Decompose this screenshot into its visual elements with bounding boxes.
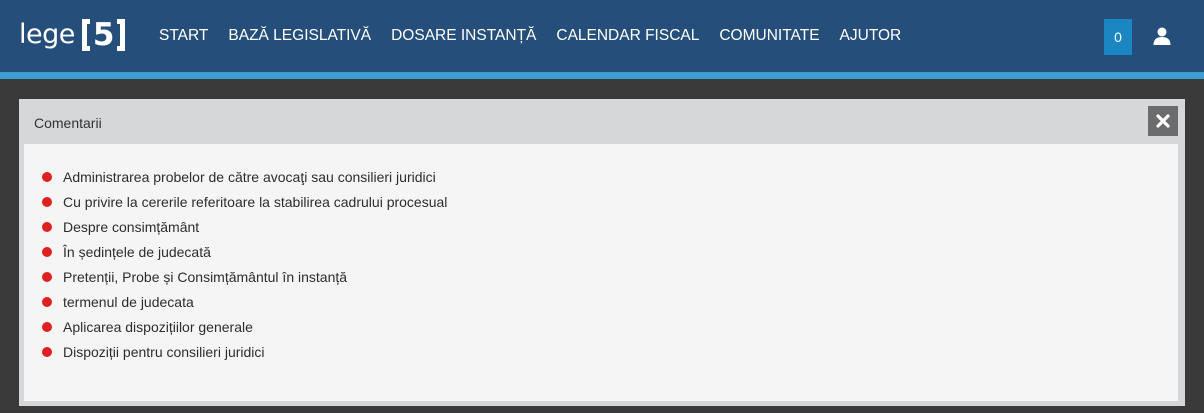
list-item: Despre consimțământ [42,214,447,239]
bullet-icon [42,296,52,307]
comments-modal: Comentarii Administrarea probelor de căt… [19,99,1185,406]
logo-left-bracket [81,19,90,51]
modal-title: Comentarii [34,115,102,131]
list-item: În ședințele de judecată [42,239,447,264]
bullet-icon [42,321,52,332]
list-item: Administrarea probelor de către avocaţi … [42,164,447,189]
logo-right-bracket [117,19,126,51]
nav-item-dosare-instanta[interactable]: DOSARE INSTANȚĂ [391,26,536,46]
modal-body: Administrarea probelor de către avocaţi … [24,144,1178,401]
nav-item-baza-legislativa[interactable]: BAZĂ LEGISLATIVĂ [228,26,371,46]
nav-item-comunitate[interactable]: COMUNITATE [719,26,819,46]
header-accent-stripe [0,72,1204,79]
site-logo[interactable]: lege 5 [19,15,126,55]
comment-link[interactable]: Aplicarea dispozițiilor generale [63,319,253,335]
comments-list: Administrarea probelor de către avocaţi … [42,164,447,364]
comment-link[interactable]: În ședințele de judecată [63,244,211,260]
nav-item-calendar-fiscal[interactable]: CALENDAR FISCAL [556,26,699,46]
comment-link[interactable]: termenul de judecata [63,294,194,310]
list-item: termenul de judecata [42,289,447,314]
logo-number: 5 [92,17,115,53]
comment-link[interactable]: Administrarea probelor de către avocaţi … [63,169,436,185]
main-nav: START BAZĂ LEGISLATIVĂ DOSARE INSTANȚĂ C… [159,26,901,46]
comment-link[interactable]: Dispoziții pentru consilieri juridici [63,344,265,360]
close-button[interactable] [1148,106,1178,136]
list-item: Dispoziții pentru consilieri juridici [42,339,447,364]
bullet-icon [42,171,52,182]
close-icon [1156,114,1170,128]
notification-badge[interactable]: 0 [1104,19,1132,55]
user-icon[interactable] [1152,26,1172,46]
comment-link[interactable]: Cu privire la cererile referitoare la st… [63,194,447,210]
modal-header: Comentarii [19,99,1185,144]
bullet-icon [42,246,52,257]
bullet-icon [42,346,52,357]
logo-word: lege [19,19,75,50]
comment-link[interactable]: Pretenții, Probe și Consimțământul în in… [63,269,347,285]
list-item: Aplicarea dispozițiilor generale [42,314,447,339]
list-item: Cu privire la cererile referitoare la st… [42,189,447,214]
bullet-icon [42,271,52,282]
bullet-icon [42,221,52,232]
nav-item-ajutor[interactable]: AJUTOR [840,26,902,46]
logo-mark: 5 [81,15,126,55]
list-item: Pretenții, Probe și Consimțământul în in… [42,264,447,289]
comment-link[interactable]: Despre consimțământ [63,219,199,235]
page-backdrop-bottom [0,406,1204,413]
nav-item-start[interactable]: START [159,26,208,46]
bullet-icon [42,196,52,207]
